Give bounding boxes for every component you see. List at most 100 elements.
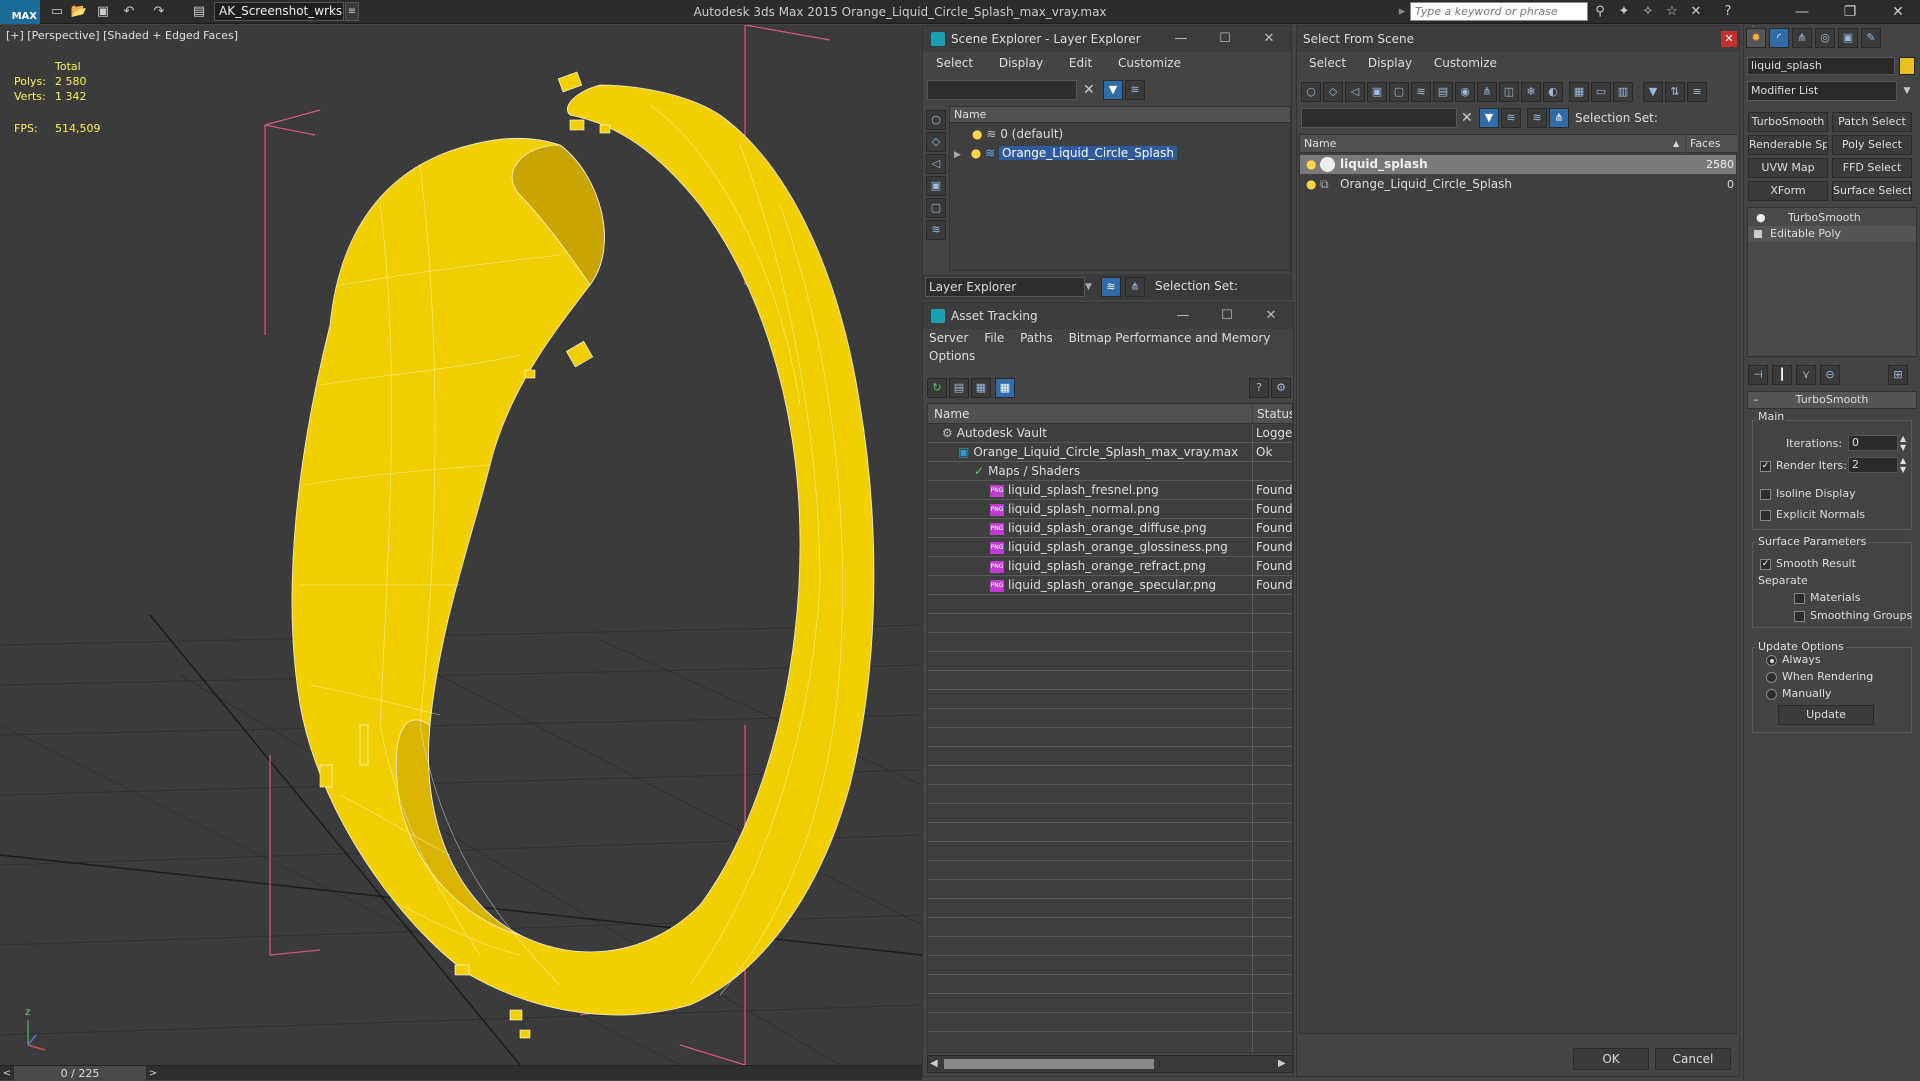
asset-row[interactable]: PNG liquid_splash_orange_specular.png Foun… <box>928 576 1292 595</box>
iterations-spinner[interactable]: 0 <box>1848 435 1898 451</box>
turbosmooth-rollout-header[interactable]: – TurboSmooth <box>1747 391 1917 409</box>
shapes-filter-icon[interactable]: ◇ <box>1323 82 1343 102</box>
settings-icon[interactable]: ⚙ <box>1271 378 1291 398</box>
horizontal-scrollbar[interactable]: ◀ ▶ <box>927 1055 1293 1073</box>
chevron-down-icon[interactable]: ▼ <box>1899 81 1915 101</box>
maximize-icon[interactable]: ☐ <box>1203 26 1247 52</box>
asset-row[interactable]: PNG liquid_splash_fresnel.png Found <box>928 481 1292 500</box>
help-icon[interactable]: ? <box>1718 2 1738 22</box>
prev-frame-button[interactable]: < <box>0 1066 14 1081</box>
menu-display[interactable]: Display <box>999 52 1043 74</box>
asset-row[interactable]: PNG liquid_splash_normal.png Found <box>928 500 1292 519</box>
hidden-filter-icon[interactable]: ◐ <box>1543 82 1563 102</box>
isoline-display-checkbox[interactable]: Isoline Display <box>1760 487 1856 500</box>
renderable-spline-button[interactable]: Renderable Spline <box>1748 135 1828 155</box>
expand-arrow-icon[interactable]: ▶ <box>954 150 961 160</box>
scrollbar-thumb[interactable] <box>944 1059 1154 1069</box>
hierarchy-tab-icon[interactable]: ⋔ <box>1792 28 1812 48</box>
render-iters-checkbox[interactable]: ✓ Render Iters: <box>1760 459 1847 472</box>
update-always-radio[interactable]: Always <box>1766 653 1821 666</box>
perspective-viewport[interactable]: z [+] [Perspective] [Shaded + Edged Face… <box>0 25 922 1065</box>
explorer-type-dropdown[interactable]: Layer Explorer <box>925 277 1085 297</box>
object-row-liquid-splash[interactable]: ● liquid_splash 2580 <box>1300 155 1736 174</box>
smooth-result-checkbox[interactable]: ✓ Smooth Result <box>1760 557 1856 570</box>
ffd-select-button[interactable]: FFD Select <box>1832 158 1912 178</box>
workspace-menu-icon[interactable]: ≡ <box>345 2 359 21</box>
modifier-list-dropdown[interactable]: Modifier List <box>1747 81 1897 101</box>
display-geometry-icon[interactable]: ○ <box>926 110 946 130</box>
keyword-search-input[interactable]: Type a keyword or phrase <box>1410 2 1588 21</box>
asset-row[interactable]: PNG liquid_splash_orange_refract.png Found <box>928 557 1292 576</box>
materials-checkbox[interactable]: Materials <box>1794 591 1860 604</box>
menu-server[interactable]: Server <box>929 329 968 347</box>
make-unique-icon[interactable]: ⋎ <box>1796 365 1816 385</box>
layer-row-orange-splash[interactable]: ▶ ● ≋ Orange_Liquid_Circle_Splash <box>950 144 1290 163</box>
modify-tab-icon[interactable]: ◜ <box>1769 28 1789 48</box>
undo-icon[interactable]: ↶ <box>120 3 138 21</box>
help-icon[interactable]: ? <box>1249 378 1269 398</box>
subscription-icon[interactable]: ✧ <box>1638 2 1658 22</box>
ok-button[interactable]: OK <box>1573 1048 1649 1070</box>
select-search-input[interactable] <box>1301 108 1457 128</box>
scene-explorer-search-input[interactable] <box>927 80 1077 100</box>
favorites-icon[interactable]: ☆ <box>1662 2 1682 22</box>
turbosmooth-modifier-button[interactable]: TurboSmooth <box>1748 112 1828 132</box>
geometry-filter-icon[interactable]: ○ <box>1301 82 1321 102</box>
expand-box-icon[interactable] <box>1754 230 1762 238</box>
render-iters-spinner[interactable]: 2 <box>1848 457 1898 473</box>
menu-edit[interactable]: Edit <box>1069 52 1092 74</box>
display-helpers-icon[interactable]: ▢ <box>926 198 946 218</box>
exchange-icon[interactable]: ✕ <box>1686 2 1706 22</box>
sort-ascending-icon[interactable]: ▲ <box>1673 135 1685 153</box>
redo-icon[interactable]: ↷ <box>150 3 168 21</box>
xrefs-filter-icon[interactable]: ◉ <box>1455 82 1475 102</box>
display-shapes-icon[interactable]: ◇ <box>926 132 946 152</box>
remove-modifier-icon[interactable]: ⊝ <box>1820 365 1840 385</box>
layer-options-icon[interactable]: ≋ <box>1125 80 1145 100</box>
filter-icon[interactable]: ▼ <box>1103 80 1123 100</box>
patch-select-button[interactable]: Patch Select <box>1832 112 1912 132</box>
show-end-result-icon[interactable]: ┃ <box>1772 365 1792 385</box>
asset-col-name[interactable]: Name <box>928 404 1252 424</box>
layer-row-default[interactable]: ● ≋ 0 (default) <box>950 125 1290 144</box>
containers-filter-icon[interactable]: ◫ <box>1499 82 1519 102</box>
asset-row[interactable]: PNG liquid_splash_orange_diffuse.png Found <box>928 519 1292 538</box>
asset-row[interactable]: ▣ Orange_Liquid_Circle_Splash_max_vray.ma… <box>928 443 1292 462</box>
lightbulb-icon[interactable]: ● <box>1306 175 1316 194</box>
xform-button[interactable]: XForm <box>1748 181 1828 201</box>
spinner-arrows-icon[interactable]: ▲ ▼ <box>1900 434 1906 452</box>
object-name-input[interactable]: liquid_splash <box>1747 57 1895 75</box>
spinner-arrows-icon[interactable]: ▲ ▼ <box>1900 456 1906 474</box>
asset-row[interactable]: ⚙ Autodesk Vault Logge <box>928 424 1292 443</box>
layer-list-header[interactable]: Name <box>950 107 1290 123</box>
motion-tab-icon[interactable]: ◎ <box>1815 28 1835 48</box>
clear-search-icon[interactable]: ✕ <box>1461 109 1477 127</box>
display-tab-icon[interactable]: ▣ <box>1838 28 1858 48</box>
menu-select[interactable]: Select <box>936 52 973 74</box>
save-file-icon[interactable]: ▣ <box>94 3 112 21</box>
uvw-map-button[interactable]: UVW Map <box>1748 158 1828 178</box>
new-file-icon[interactable]: ▭ <box>48 3 66 21</box>
menu-customize[interactable]: Customize <box>1434 52 1497 74</box>
tools-icon[interactable]: ✦ <box>1614 2 1634 22</box>
scroll-left-icon[interactable]: ◀ <box>930 1056 942 1072</box>
cancel-button[interactable]: Cancel <box>1655 1048 1731 1070</box>
close-icon[interactable]: ✕ <box>1876 0 1920 24</box>
project-folder-icon[interactable]: ▤ <box>190 3 208 21</box>
smoothing-groups-checkbox[interactable]: Smoothing Groups <box>1794 609 1912 622</box>
lightbulb-icon[interactable]: ● <box>971 146 981 160</box>
close-icon[interactable]: ✕ <box>1247 26 1291 52</box>
object-color-swatch[interactable] <box>1899 57 1915 75</box>
update-button[interactable]: Update <box>1778 705 1874 725</box>
asset-row[interactable]: PNG liquid_splash_orange_glossiness.png Fo… <box>928 538 1292 557</box>
scene-explorer-titlebar[interactable]: Scene Explorer - Layer Explorer — ☐ ✕ <box>923 26 1291 52</box>
workspace-selector[interactable]: AK_Screenshot_wrksp <box>214 2 344 21</box>
table-view-icon[interactable]: ▦ <box>995 378 1015 398</box>
menu-paths[interactable]: Paths <box>1020 329 1053 347</box>
update-when-rendering-radio[interactable]: When Rendering <box>1766 670 1873 683</box>
options-icon[interactable]: ≡ <box>1687 82 1707 102</box>
hierarchy-icon[interactable]: ⋔ <box>1549 108 1569 128</box>
thumbnail-view-icon[interactable]: ▦ <box>971 378 991 398</box>
bones-filter-icon[interactable]: ⋔ <box>1477 82 1497 102</box>
hierarchy-icon[interactable]: ⋔ <box>1125 277 1145 297</box>
